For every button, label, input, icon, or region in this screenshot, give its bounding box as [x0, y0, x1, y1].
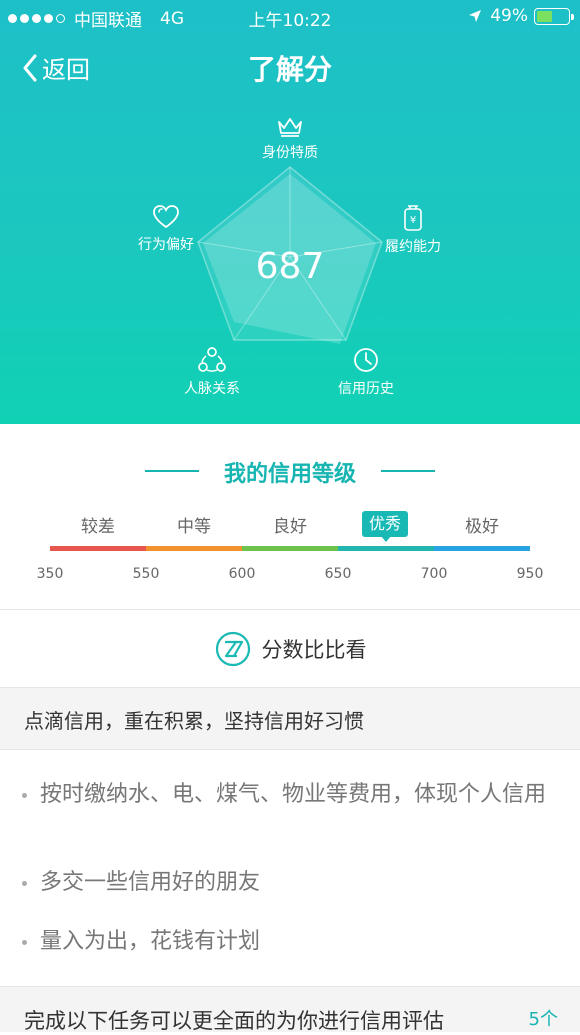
svg-text:¥: ¥	[410, 215, 416, 226]
tip-text: 按时缴纳水、电、煤气、物业等费用，体现个人信用	[40, 782, 547, 807]
grade-current-badge: 优秀	[362, 511, 408, 537]
battery-percent: 49%	[490, 6, 528, 26]
tips-header: 点滴信用，重在积累，坚持信用好习惯	[0, 688, 580, 750]
score-tick: 600	[228, 566, 256, 582]
status-bar: 中国联通 4G 上午10:22 49%	[0, 0, 580, 34]
dimension-identity: 身份特质	[230, 116, 350, 162]
dimension-label: 身份特质	[262, 145, 318, 161]
tip-item: 按时缴纳水、电、煤气、物业等费用，体现个人信用	[22, 780, 552, 809]
grade-label: 较差	[81, 517, 115, 537]
wallet-icon: ¥	[404, 205, 422, 231]
bullet-dot	[22, 881, 27, 886]
grade-label: 极好	[465, 517, 499, 537]
crown-icon	[278, 118, 302, 137]
battery-icon	[534, 7, 574, 25]
heart-icon	[153, 205, 179, 229]
dimension-history: 信用历史	[306, 346, 426, 398]
credit-level-section: 我的信用等级 较差 中等 良好 优秀 极好 350 550 600 650 70…	[0, 424, 580, 610]
dimension-label: 人脉关系	[184, 381, 240, 397]
grade-bar-segment	[50, 546, 146, 551]
grade-bar-segment	[242, 546, 338, 551]
tip-item: 量入为出，花钱有计划	[22, 927, 552, 956]
tip-item: 多交一些信用好的朋友	[22, 868, 552, 897]
bullet-dot	[22, 940, 27, 945]
bullet-dot	[22, 793, 27, 798]
title-divider-right	[381, 470, 435, 472]
clock-icon	[354, 348, 378, 372]
credit-score: 687	[255, 246, 325, 287]
tips-header-text: 点滴信用，重在积累，坚持信用好习惯	[24, 709, 364, 733]
zhima-logo-icon	[215, 631, 250, 666]
status-right: 49%	[468, 6, 574, 26]
location-arrow-icon	[469, 10, 482, 22]
score-tick: 950	[516, 566, 544, 582]
radar-chart: 身份特质 ¥ 履约能力 信用历史 人脉关系 行为偏好 687	[0, 100, 580, 420]
page-title: 了解分	[247, 53, 332, 86]
grade-label: 中等	[177, 517, 211, 537]
score-tick: 650	[324, 566, 352, 582]
compare-label: 分数比比看	[261, 637, 367, 662]
grade-bar-segment	[338, 546, 434, 551]
tip-text: 量入为出，花钱有计划	[40, 929, 261, 954]
tasks-text: 完成以下任务可以更全面的为你进行信用评估	[24, 1009, 444, 1033]
header-banner: 中国联通 4G 上午10:22 49% 返回 了解分 身份特质 ¥ 履约能力 信…	[0, 0, 580, 424]
battery-fill	[537, 10, 552, 22]
tasks-row[interactable]: 完成以下任务可以更全面的为你进行信用评估 5个	[0, 986, 580, 1033]
tip-text: 多交一些信用好的朋友	[40, 870, 261, 895]
score-tick: 350	[36, 566, 64, 582]
score-tick: 700	[420, 566, 448, 582]
grade-bar-segment	[146, 546, 242, 551]
nav-bar: 返回 了解分	[0, 40, 580, 92]
grade-bar-segment	[434, 546, 530, 551]
dimension-label: 信用历史	[338, 381, 394, 397]
grade-label: 良好	[273, 517, 307, 537]
credit-level-title: 我的信用等级	[223, 462, 356, 487]
network-icon	[198, 347, 226, 372]
tasks-count: 5个	[528, 1009, 558, 1030]
battery-tip	[571, 13, 574, 20]
grade-pointer	[381, 536, 391, 542]
compare-scores-button[interactable]: 分数比比看	[0, 610, 580, 688]
score-tick: 550	[132, 566, 160, 582]
dimension-connections: 人脉关系	[152, 346, 272, 398]
